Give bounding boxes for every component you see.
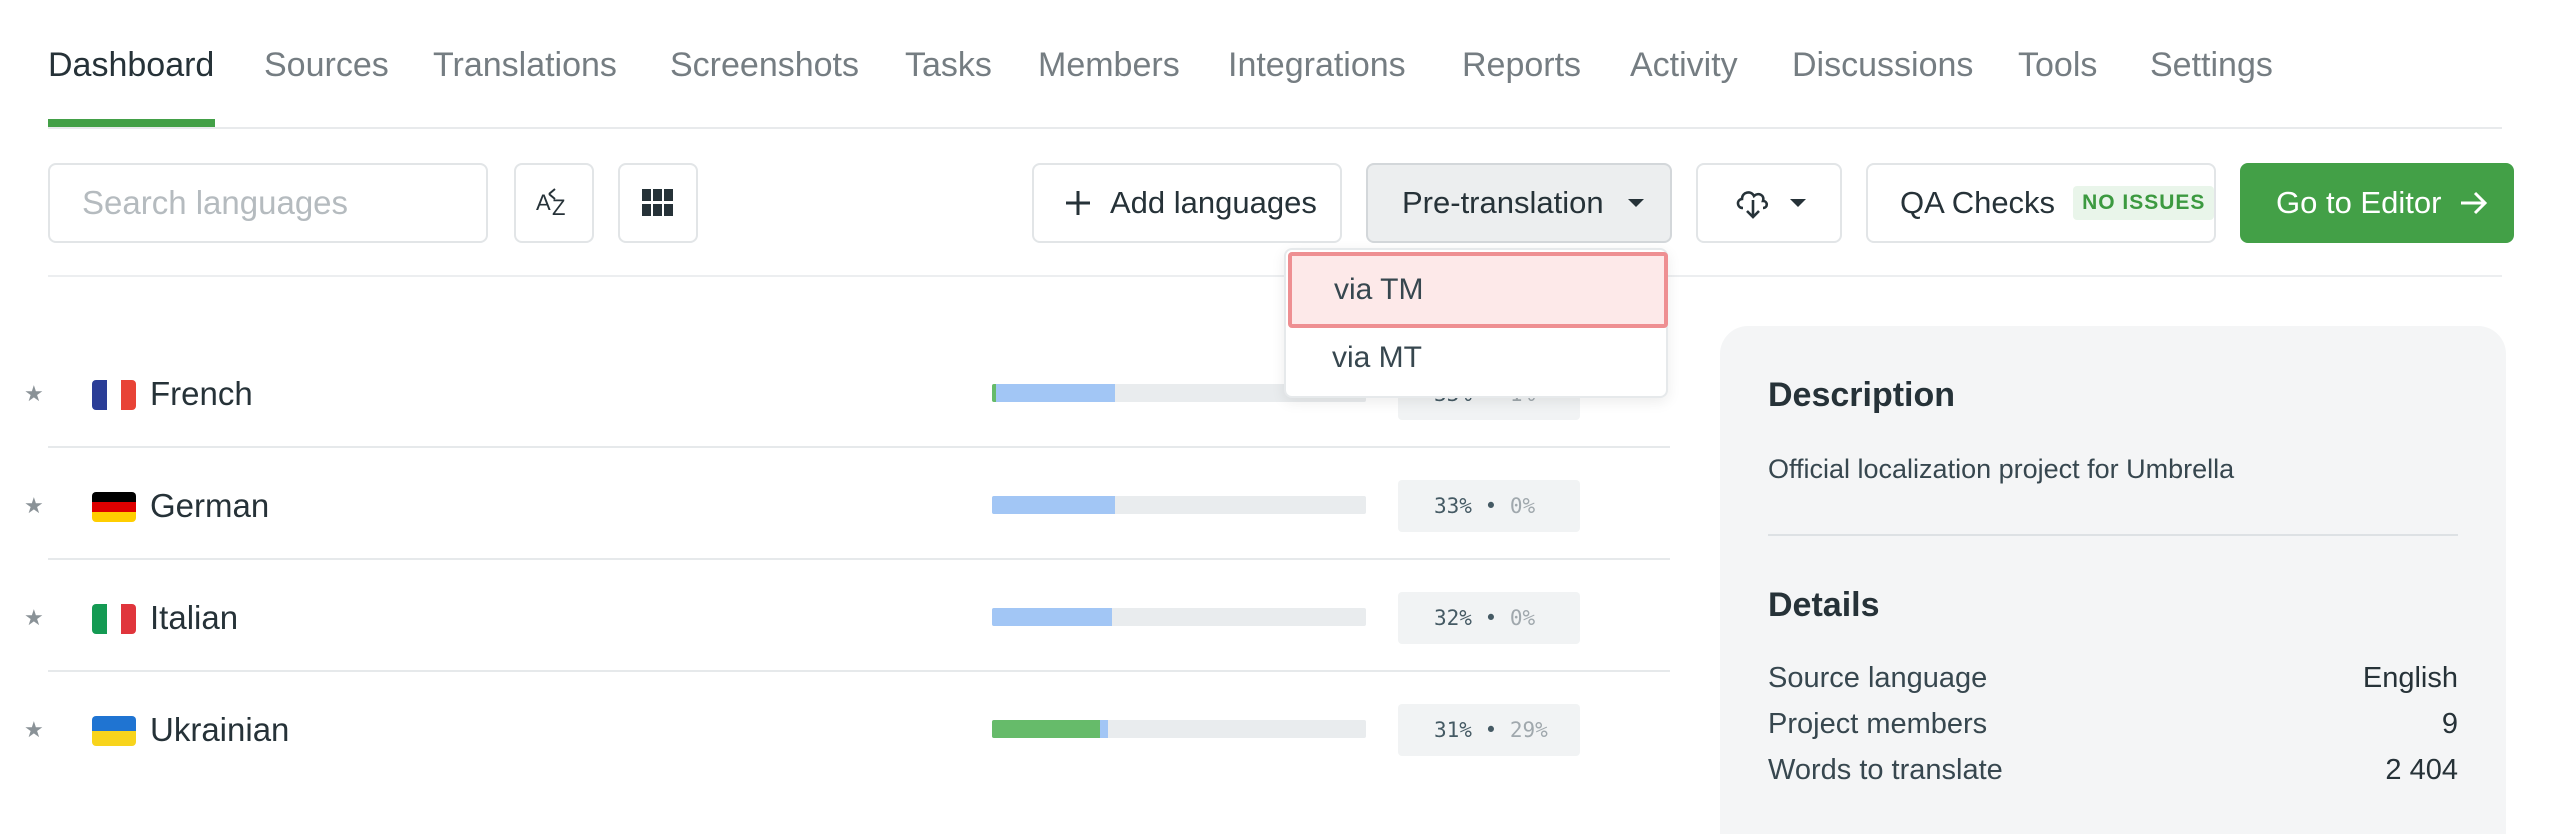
flag-stripe [92, 512, 136, 522]
project-tabs: Dashboard Sources Translations Screensho… [48, 0, 2502, 129]
qa-status-badge: NO ISSUES [2073, 186, 2215, 220]
language-name: German [150, 487, 270, 524]
progress-stats: 33% • 0% [1398, 480, 1580, 532]
tab-dashboard[interactable]: Dashboard [48, 46, 214, 85]
active-tab-indicator [48, 119, 215, 127]
detail-label: Project members [1768, 708, 1988, 740]
tab-members[interactable]: Members [1038, 46, 1180, 85]
progress-bar [992, 608, 1366, 626]
tab-integrations[interactable]: Integrations [1228, 46, 1406, 85]
translated-fill [992, 496, 1116, 514]
star-icon[interactable]: ★ [24, 493, 44, 519]
translated-pct: 32% [1434, 606, 1472, 630]
detail-label: Words to translate [1768, 754, 2003, 786]
pretranslation-label: Pre-translation [1402, 185, 1604, 220]
panel-divider [1768, 534, 2458, 536]
detail-label: Source language [1768, 662, 1988, 694]
flag-stripe [92, 380, 107, 410]
toolbar-divider [48, 275, 2502, 277]
tab-activity[interactable]: Activity [1630, 46, 1738, 85]
tab-screenshots[interactable]: Screenshots [670, 46, 859, 85]
row-divider [48, 558, 1670, 560]
row-divider [48, 670, 1670, 672]
tab-tools[interactable]: Tools [2018, 46, 2097, 85]
star-icon[interactable]: ★ [24, 717, 44, 743]
approved-pct: 0% [1509, 494, 1536, 518]
translated-fill [995, 384, 1116, 402]
grid-view-button[interactable] [618, 163, 698, 243]
flag-stripe [92, 731, 136, 746]
approved-fill [992, 720, 1101, 738]
download-menu-button[interactable] [1696, 163, 1842, 243]
plus-icon [1066, 191, 1090, 215]
search-languages-input[interactable] [48, 163, 488, 243]
project-description: Official localization project for Umbrel… [1768, 454, 2235, 484]
sort-button[interactable]: A Z [514, 163, 594, 243]
go-to-editor-button[interactable]: Go to Editor [2240, 163, 2514, 243]
progress-bar [992, 720, 1366, 738]
language-name: Ukrainian [150, 711, 290, 748]
flag-stripe [106, 380, 122, 410]
flag-stripe [92, 604, 107, 634]
language-name: French [150, 375, 253, 412]
tab-discussions[interactable]: Discussions [1792, 46, 1973, 85]
flag-stripe [106, 604, 122, 634]
detail-value: 9 [2441, 708, 2458, 740]
approved-pct: 29% [1509, 718, 1548, 742]
flag-stripe [121, 380, 136, 410]
arrow-right-icon [2461, 191, 2488, 215]
detail-row-source-language: Source language English [1768, 662, 2458, 695]
language-row-ukrainian[interactable]: ★ Ukrainian 31% • 29% [0, 674, 1670, 786]
detail-row-project-members: Project members 9 [1768, 708, 2458, 741]
menu-item-via-tm[interactable]: via TM [1288, 252, 1668, 328]
flag-stripe [121, 604, 136, 634]
project-info-panel: Description Official localization projec… [1720, 326, 2506, 834]
translated-fill [1100, 720, 1108, 738]
flag-icon-italian [92, 604, 136, 634]
go-to-editor-label: Go to Editor [2276, 185, 2442, 220]
detail-value: 2 404 [2385, 754, 2458, 786]
flag-stripe [92, 502, 136, 512]
approved-pct: 0% [1509, 606, 1536, 630]
add-languages-label: Add languages [1110, 185, 1317, 220]
language-row-german[interactable]: ★ German 33% • 0% [0, 450, 1670, 562]
pretranslation-menu: via TM via MT [1284, 248, 1668, 398]
caret-down-icon [1790, 199, 1806, 207]
tab-sources[interactable]: Sources [264, 46, 389, 85]
details-heading: Details [1768, 586, 1880, 624]
caret-down-icon [1627, 199, 1644, 207]
progress-stats: 32% • 0% [1398, 592, 1580, 644]
tab-settings[interactable]: Settings [2150, 46, 2273, 85]
progress-bar [992, 496, 1366, 514]
star-icon[interactable]: ★ [24, 605, 44, 631]
add-languages-button[interactable]: Add languages [1032, 163, 1342, 243]
flag-stripe [92, 716, 136, 731]
cloud-download-icon [1736, 191, 1769, 219]
flag-stripe [92, 492, 136, 502]
pretranslation-button[interactable]: Pre-translation [1366, 163, 1672, 243]
translated-pct: 31% [1434, 718, 1472, 742]
star-icon[interactable]: ★ [24, 381, 44, 407]
detail-row-words-to-translate: Words to translate 2 404 [1768, 754, 2458, 787]
tab-tasks[interactable]: Tasks [905, 46, 992, 85]
menu-item-via-mt[interactable]: via MT [1286, 320, 1666, 396]
tab-reports[interactable]: Reports [1462, 46, 1581, 85]
translated-fill [992, 608, 1112, 626]
detail-value: English [2362, 662, 2458, 694]
language-name: Italian [150, 599, 239, 636]
progress-stats: 31% • 29% [1398, 704, 1580, 756]
qa-checks-button[interactable]: QA Checks NO ISSUES [1866, 163, 2216, 243]
flag-icon-french [92, 380, 136, 410]
sort-az-icon: A Z [536, 188, 565, 220]
description-heading: Description [1768, 376, 1956, 414]
svg-text:A: A [536, 190, 551, 215]
flag-icon-ukrainian [92, 716, 136, 746]
row-divider [48, 446, 1670, 448]
translated-pct: 33% [1434, 494, 1472, 518]
grid-view-icon [642, 189, 673, 216]
flag-icon-german [92, 492, 136, 522]
tab-translations[interactable]: Translations [433, 46, 617, 85]
qa-checks-label: QA Checks [1900, 185, 2056, 220]
language-row-italian[interactable]: ★ Italian 32% • 0% [0, 562, 1670, 674]
